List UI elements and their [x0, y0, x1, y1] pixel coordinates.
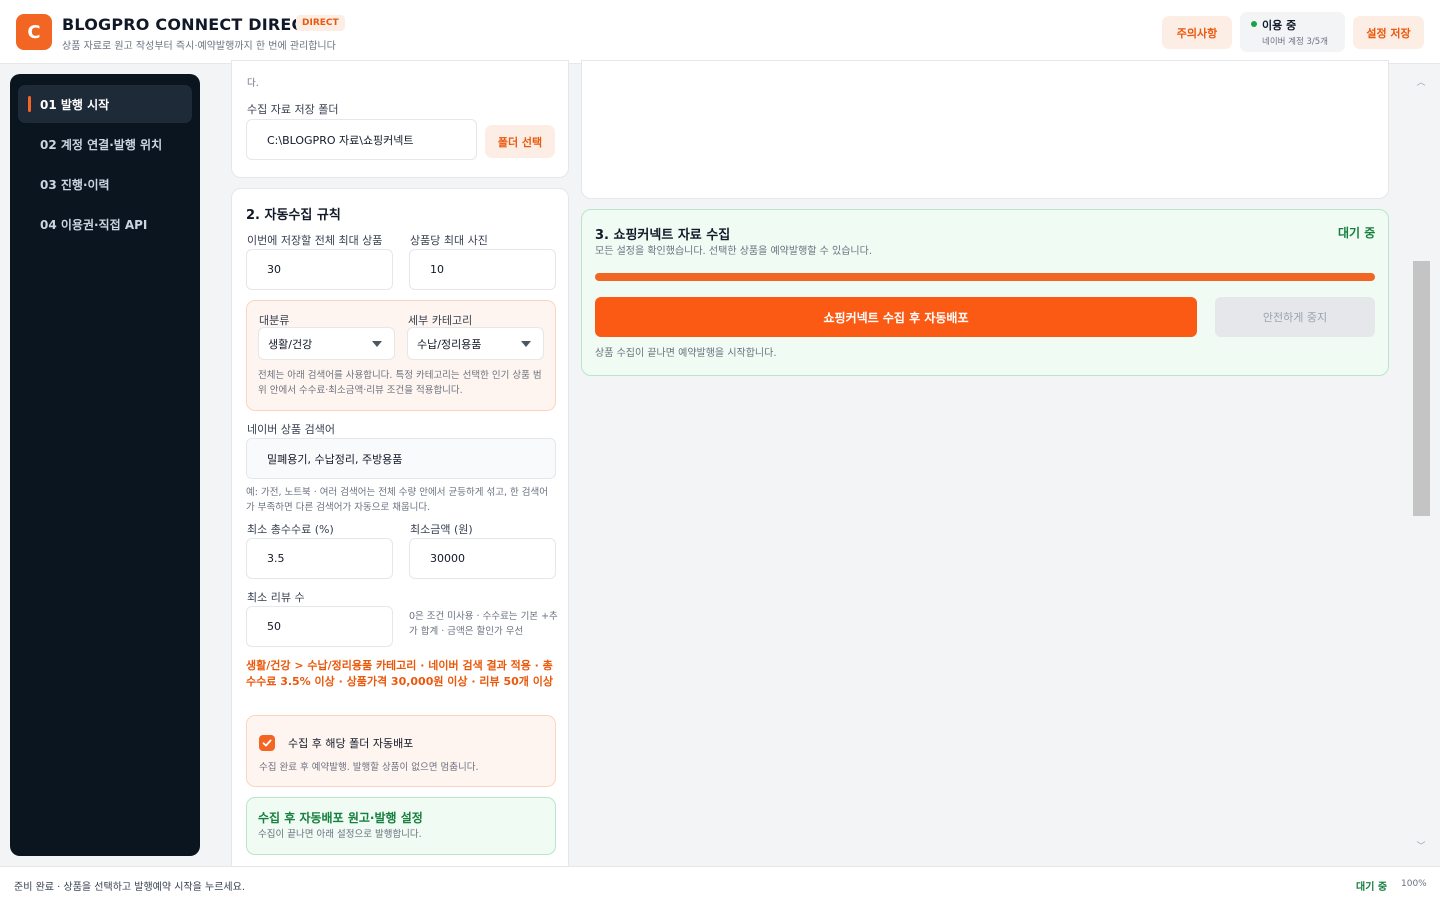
status-bar: 준비 완료 · 상품을 선택하고 발행예약 시작을 누르세요. 대기 중 100… — [0, 866, 1440, 900]
rules-card: 2. 자동수집 규칙 이번에 저장할 전체 최대 상품 상품당 최대 사진 대분… — [231, 188, 569, 878]
rules-title: 2. 자동수집 규칙 — [246, 208, 341, 223]
chevron-down-icon — [372, 341, 382, 347]
scroll-up-icon[interactable]: ︿ — [1415, 77, 1427, 89]
collect-status-badge: 대기 중 — [1338, 226, 1376, 240]
min-commission-input[interactable] — [246, 538, 393, 579]
status-label: 이용 중 — [1262, 19, 1297, 32]
status-message: 준비 완료 · 상품을 선택하고 발행예약 시작을 누르세요. — [14, 882, 246, 893]
category-box: 대분류 생활/건강 세부 카테고리 수납/정리용품 전체는 아래 검색어를 사용… — [246, 300, 556, 411]
max-photos-label: 상품당 최대 사진 — [410, 234, 488, 247]
sidebar-item-publish-start[interactable]: 01 발행 시작 — [18, 85, 192, 123]
zoom-level: 100% — [1401, 879, 1427, 889]
preview-card — [581, 60, 1389, 199]
usage-status: 이용 중 네이버 계정 3/5개 — [1240, 12, 1345, 52]
auto-deploy-box: 수집 후 해당 폴더 자동배포 수집 완료 후 예약발행. 발행할 상품이 없으… — [246, 715, 556, 787]
checkmark-icon — [262, 739, 272, 747]
collect-description: 모든 설정을 확인했습니다. 선택한 상품을 예약발행할 수 있습니다. — [595, 246, 873, 257]
collect-and-deploy-button[interactable]: 쇼핑커넥트 수집 후 자동배포 — [595, 297, 1197, 337]
sidebar-item-progress-history[interactable]: 03 진행·이력 — [18, 165, 192, 203]
min-price-input[interactable] — [409, 538, 556, 579]
app-logo: C — [16, 14, 52, 50]
publish-settings-box: 수집 후 자동배포 원고·발행 설정 수집이 끝나면 아래 설정으로 발행합니다… — [246, 797, 556, 855]
collect-title: 3. 쇼핑커넥트 자료 수집 — [595, 228, 731, 243]
max-total-input[interactable] — [246, 249, 393, 290]
category-select[interactable]: 생활/건강 — [258, 327, 395, 360]
subcategory-label: 세부 카테고리 — [408, 314, 473, 327]
sidebar-item-account-link[interactable]: 02 계정 연결·발행 위치 — [18, 125, 192, 163]
max-total-label: 이번에 저장할 전체 최대 상품 — [247, 234, 383, 247]
collect-progress-bar — [595, 273, 1375, 281]
scrollbar-thumb[interactable] — [1413, 261, 1430, 516]
category-hint: 전체는 아래 검색어를 사용합니다. 특정 카테고리는 선택한 인기 상품 범위… — [258, 370, 542, 396]
keyword-label: 네이버 상품 검색어 — [247, 423, 335, 436]
auto-deploy-hint: 수집 완료 후 예약발행. 발행할 상품이 없으면 멈춥니다. — [259, 762, 479, 773]
auto-deploy-label: 수집 후 해당 폴더 자동배포 — [288, 737, 414, 750]
keyword-input[interactable] — [246, 438, 556, 479]
app-subtitle: 상품 자료로 원고 작성부터 즉시·예약발행까지 한 번에 관리합니다 — [62, 41, 336, 52]
chevron-down-icon — [521, 341, 531, 347]
min-reviews-input[interactable] — [246, 606, 393, 647]
sidebar: 01 발행 시작 02 계정 연결·발행 위치 03 진행·이력 04 이용권·… — [10, 74, 200, 856]
folder-label: 수집 자료 저장 폴더 — [247, 103, 339, 116]
folder-select-button[interactable]: 폴더 선택 — [485, 125, 555, 158]
publish-settings-hint: 수집이 끝나면 아래 설정으로 발행합니다. — [258, 829, 422, 840]
folder-fragment-text: 다. — [247, 78, 259, 89]
folder-card: 다. 수집 자료 저장 폴더 폴더 선택 — [231, 60, 569, 178]
account-count: 네이버 계정 3/5개 — [1262, 37, 1329, 47]
min-reviews-hint: 0은 조건 미사용 · 수수료는 기본 +추가 합계 · 금액은 할인가 우선 — [409, 611, 558, 637]
folder-path-input[interactable] — [246, 119, 477, 160]
safe-stop-button[interactable]: 안전하게 중지 — [1215, 297, 1375, 337]
min-price-label: 최소금액 (원) — [410, 523, 473, 536]
app-header: C BLOGPRO CONNECT DIRECT DIRECT 상품 자료로 원… — [0, 0, 1440, 64]
status-dot-icon — [1251, 21, 1257, 27]
app-title: BLOGPRO CONNECT DIRECT — [62, 15, 315, 34]
subcategory-select[interactable]: 수납/정리용품 — [407, 327, 544, 360]
footer-status: 대기 중 — [1356, 882, 1388, 893]
sidebar-item-license-api[interactable]: 04 이용권·직접 API — [18, 205, 192, 243]
save-settings-button[interactable]: 설정 저장 — [1353, 16, 1424, 49]
category-label: 대분류 — [259, 314, 290, 327]
scroll-down-icon[interactable]: ﹀ — [1415, 841, 1427, 853]
subcategory-select-value: 수납/정리용품 — [417, 337, 482, 351]
min-reviews-label: 최소 리뷰 수 — [247, 591, 305, 604]
direct-badge: DIRECT — [296, 15, 345, 31]
category-select-value: 생활/건강 — [268, 337, 313, 351]
rules-summary: 생활/건강 > 수납/정리용품 카테고리 · 네이버 검색 결과 적용 · 총수… — [246, 659, 553, 688]
keyword-hint: 예: 가전, 노트북 · 여러 검색어는 전체 수량 안에서 균등하게 섞고, … — [246, 487, 548, 513]
notice-button[interactable]: 주의사항 — [1162, 16, 1232, 49]
collect-footnote: 상품 수집이 끝나면 예약발행을 시작합니다. — [595, 348, 777, 359]
max-photos-input[interactable] — [409, 249, 556, 290]
publish-settings-title: 수집 후 자동배포 원고·발행 설정 — [258, 811, 423, 825]
min-commission-label: 최소 총수수료 (%) — [247, 523, 334, 536]
auto-deploy-checkbox[interactable] — [259, 735, 275, 751]
